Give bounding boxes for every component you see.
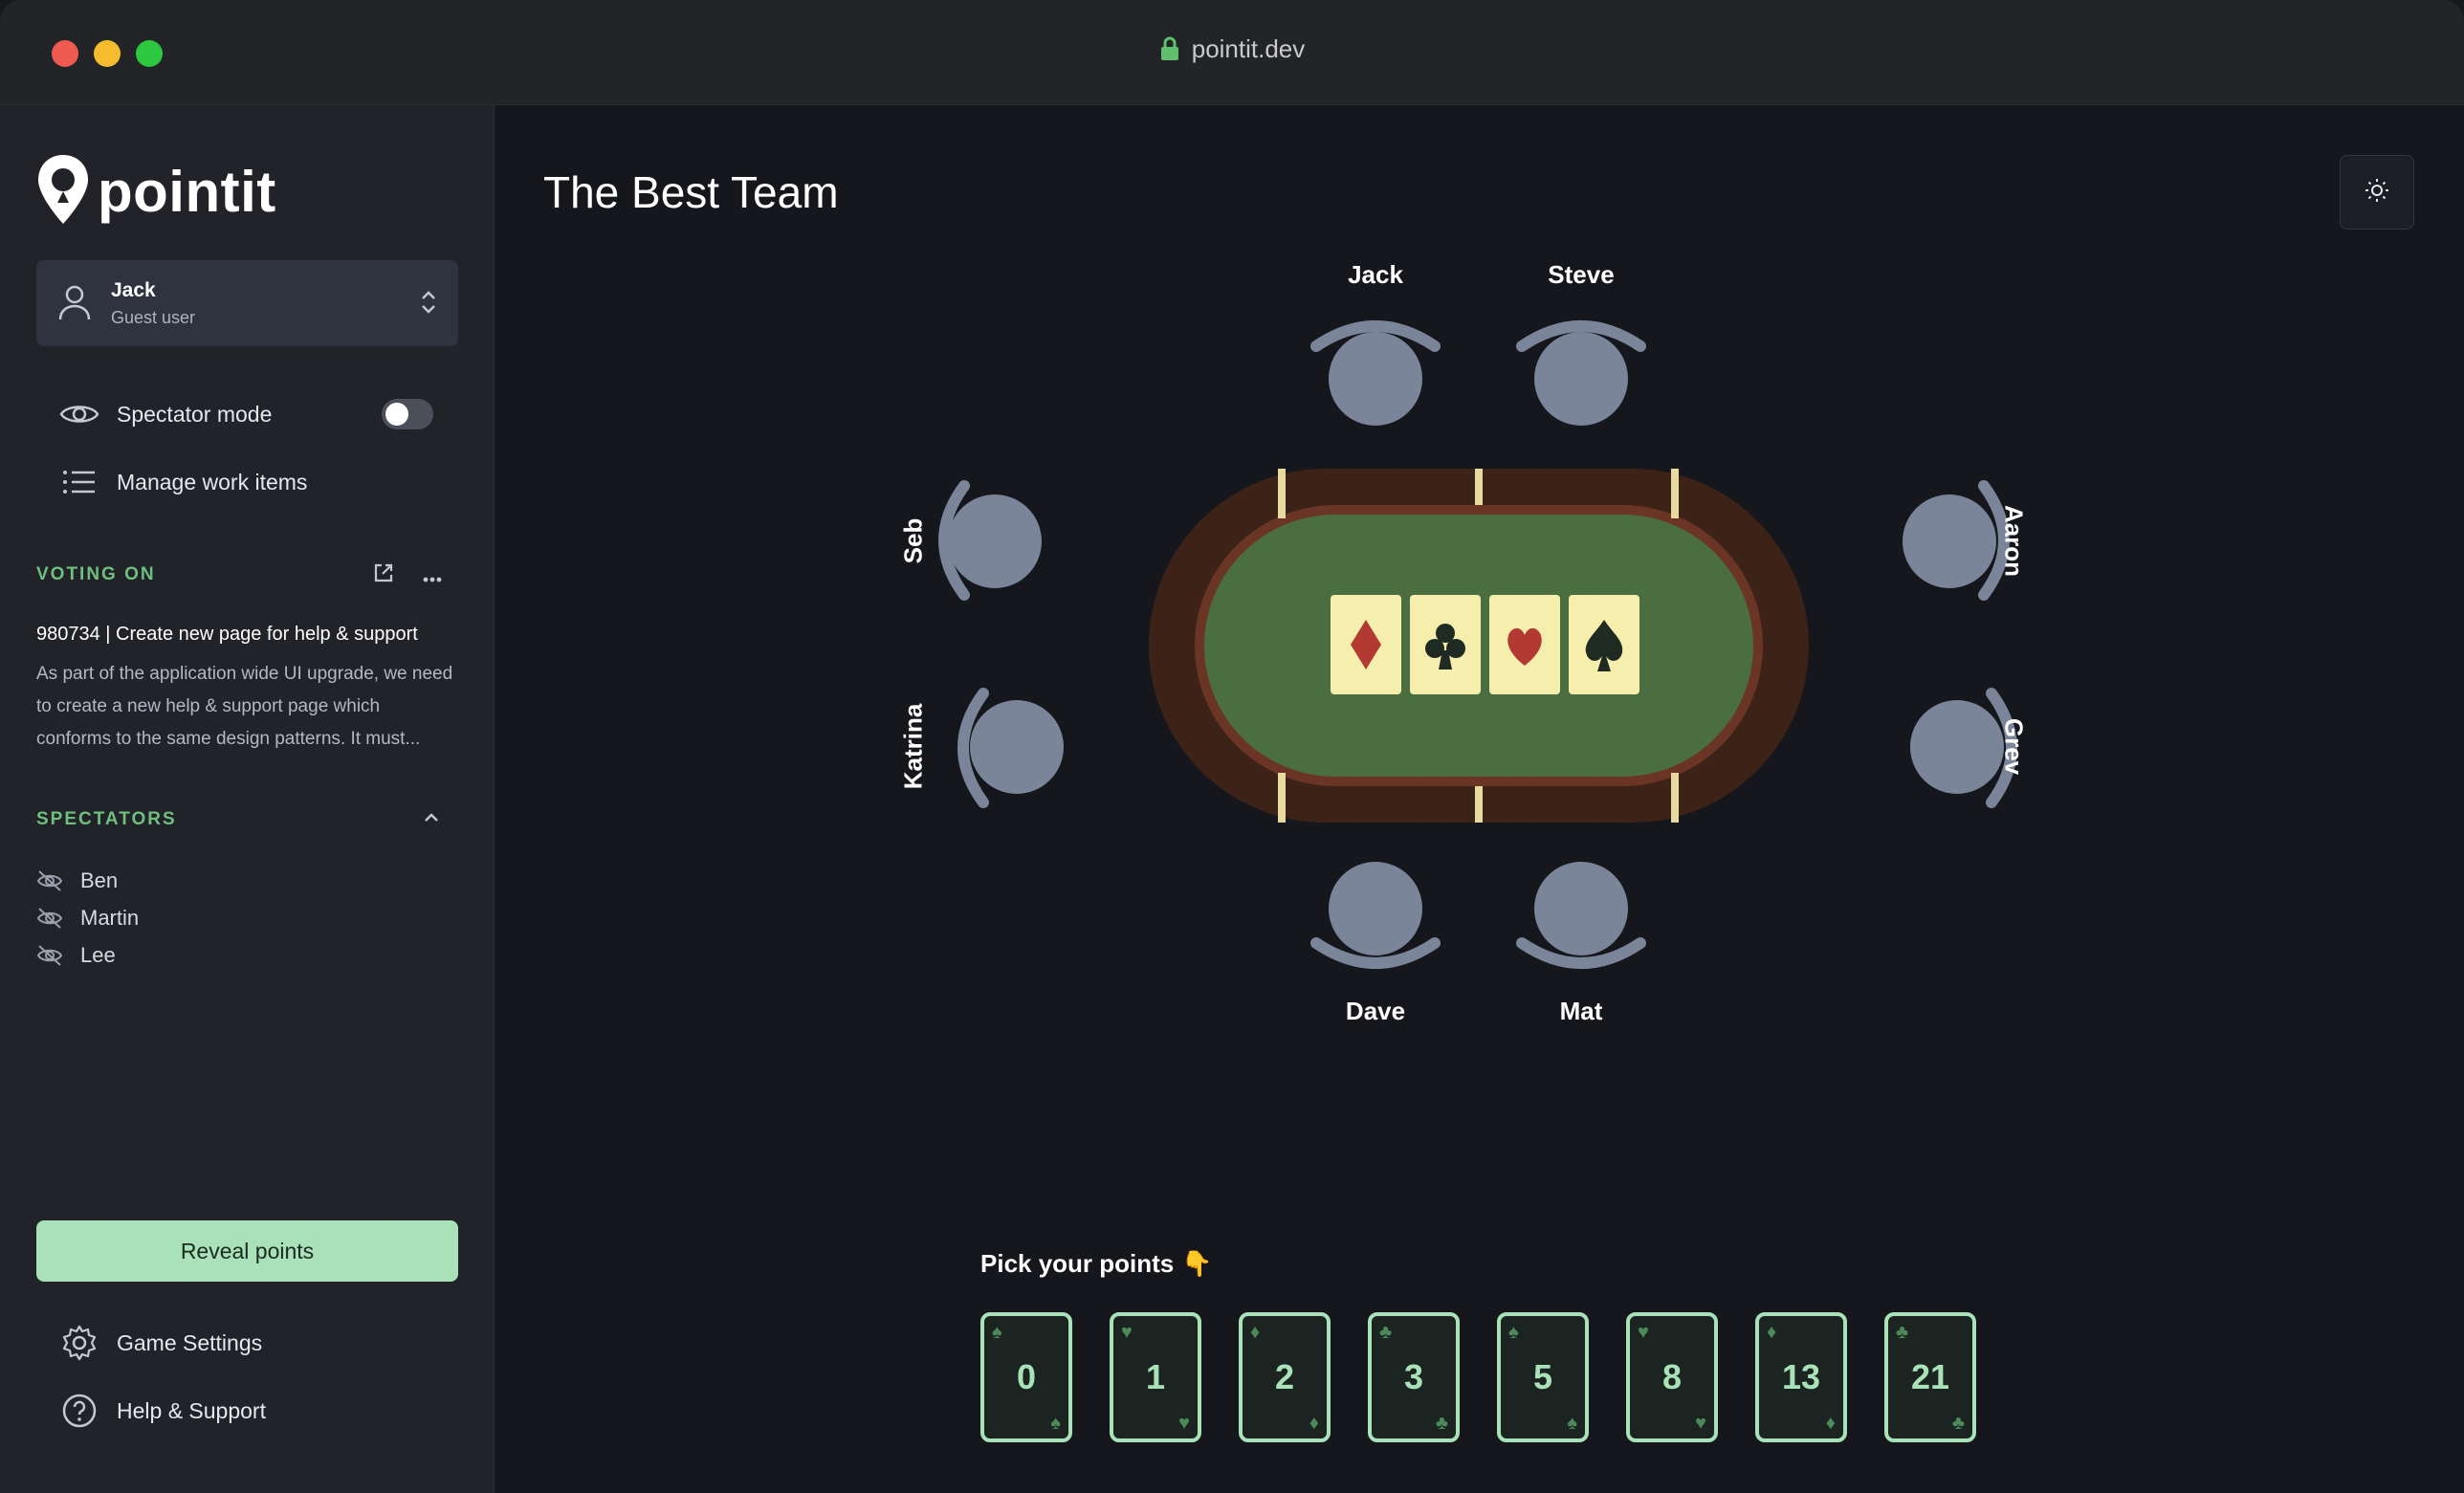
user-role: Guest user bbox=[111, 308, 196, 327]
seat-jack bbox=[1310, 320, 1441, 426]
player-name: Dave bbox=[1345, 997, 1406, 1025]
game-settings-label: Game Settings bbox=[117, 1329, 263, 1355]
manage-work-items-link[interactable]: Manage work items bbox=[59, 462, 307, 502]
eye-off-icon bbox=[36, 869, 65, 892]
spectator-mode-toggle[interactable] bbox=[382, 399, 433, 429]
user-name: Jack bbox=[111, 279, 156, 301]
main-panel: The Best Team Jack Steve Dave Mat Seb Ka… bbox=[495, 105, 2464, 1493]
pick-points-label: Pick your points 👇 bbox=[980, 1249, 1213, 1279]
player-name: Katrina bbox=[898, 703, 928, 790]
game-settings-link[interactable]: Game Settings bbox=[59, 1323, 262, 1363]
window-titlebar: pointit.dev bbox=[0, 0, 2464, 105]
spectator-mode-label: Spectator mode bbox=[117, 401, 273, 427]
point-card-1[interactable]: ♥ 1 ♥ bbox=[1110, 1312, 1201, 1442]
map-pin-icon bbox=[36, 153, 90, 231]
spectator-mode-row[interactable]: Spectator mode bbox=[59, 394, 272, 434]
point-card-2[interactable]: ♦ 2 ♦ bbox=[1239, 1312, 1331, 1442]
suit-icon: ♦ bbox=[1825, 1413, 1836, 1434]
point-card-13[interactable]: ♦ 13 ♦ bbox=[1755, 1312, 1847, 1442]
spectator-item: Lee bbox=[36, 943, 116, 968]
player-name: Seb bbox=[898, 517, 928, 564]
user-switcher[interactable]: Jack Guest user bbox=[36, 260, 458, 346]
eye-icon bbox=[59, 394, 99, 434]
spectator-item: Ben bbox=[36, 868, 118, 893]
player-name: Aaron bbox=[1999, 504, 2029, 578]
seat-seb bbox=[938, 480, 1042, 601]
pointit-logo[interactable]: pointit bbox=[36, 153, 276, 231]
suit-icon: ♥ bbox=[1695, 1413, 1706, 1434]
sidebar: pointit Jack Guest user Spectator mode M… bbox=[0, 105, 495, 1493]
table-card-diamond bbox=[1331, 595, 1401, 694]
voting-on-heading: VOTING ON bbox=[36, 564, 156, 584]
player-name: Jack bbox=[1348, 260, 1403, 289]
reveal-points-button[interactable]: Reveal points bbox=[36, 1220, 458, 1282]
spectator-name: Ben bbox=[80, 868, 119, 892]
suit-icon: ♦ bbox=[1309, 1413, 1319, 1434]
eye-off-icon bbox=[36, 944, 65, 967]
list-icon bbox=[59, 462, 99, 502]
suit-icon: ♠ bbox=[1567, 1413, 1577, 1434]
suit-icon: ♣ bbox=[1435, 1413, 1448, 1434]
point-card-5[interactable]: ♠ 5 ♠ bbox=[1497, 1312, 1589, 1442]
table-card-heart bbox=[1489, 595, 1560, 694]
work-item-title[interactable]: 980734 | Create new page for help & supp… bbox=[36, 624, 418, 646]
eye-off-icon bbox=[36, 907, 65, 930]
seat-dave bbox=[1310, 862, 1441, 969]
help-circle-icon bbox=[59, 1391, 99, 1431]
seat-aaron bbox=[1903, 480, 2010, 601]
spectator-item: Martin bbox=[36, 906, 139, 931]
player-name: Grev bbox=[1999, 717, 2029, 776]
spectators-heading: SPECTATORS bbox=[36, 809, 177, 829]
spectator-name: Lee bbox=[80, 943, 116, 967]
table-card-club bbox=[1410, 595, 1481, 694]
point-card-3[interactable]: ♣ 3 ♣ bbox=[1368, 1312, 1460, 1442]
chevron-up-down-icon bbox=[420, 287, 437, 322]
external-link-icon[interactable] bbox=[373, 562, 394, 588]
point-card-8[interactable]: ♥ 8 ♥ bbox=[1626, 1312, 1718, 1442]
suit-icon: ♠ bbox=[1050, 1413, 1061, 1434]
url-text: pointit.dev bbox=[1191, 34, 1306, 63]
seat-mat bbox=[1516, 862, 1646, 969]
seat-katrina bbox=[957, 688, 1064, 808]
suit-icon: ♣ bbox=[1951, 1413, 1965, 1434]
logo-text: pointit bbox=[98, 160, 276, 224]
more-options-icon[interactable] bbox=[423, 570, 442, 587]
table-card-spade bbox=[1569, 595, 1639, 694]
pointing-down-emoji: 👇 bbox=[1181, 1249, 1213, 1278]
chevron-up-icon[interactable] bbox=[423, 811, 440, 828]
player-name: Steve bbox=[1548, 260, 1615, 289]
player-name: Mat bbox=[1559, 997, 1603, 1025]
seat-grev bbox=[1910, 688, 2017, 808]
pick-points-text: Pick your points bbox=[980, 1249, 1175, 1278]
help-support-link[interactable]: Help & Support bbox=[59, 1391, 266, 1431]
user-icon bbox=[57, 283, 92, 326]
help-support-label: Help & Support bbox=[117, 1397, 266, 1423]
poker-table-scene bbox=[938, 320, 2017, 969]
work-item-description: As part of the application wide UI upgra… bbox=[36, 664, 453, 749]
toggle-knob bbox=[385, 403, 408, 426]
manage-work-items-label: Manage work items bbox=[117, 469, 308, 494]
gear-icon bbox=[59, 1323, 99, 1363]
address-bar[interactable]: pointit.dev bbox=[0, 34, 2464, 68]
spectator-name: Martin bbox=[80, 906, 140, 930]
seat-steve bbox=[1516, 320, 1646, 426]
point-card-0[interactable]: ♠ 0 ♠ bbox=[980, 1312, 1072, 1442]
point-card-21[interactable]: ♣ 21 ♣ bbox=[1884, 1312, 1976, 1442]
lock-icon bbox=[1159, 36, 1180, 68]
suit-icon: ♥ bbox=[1178, 1413, 1190, 1434]
